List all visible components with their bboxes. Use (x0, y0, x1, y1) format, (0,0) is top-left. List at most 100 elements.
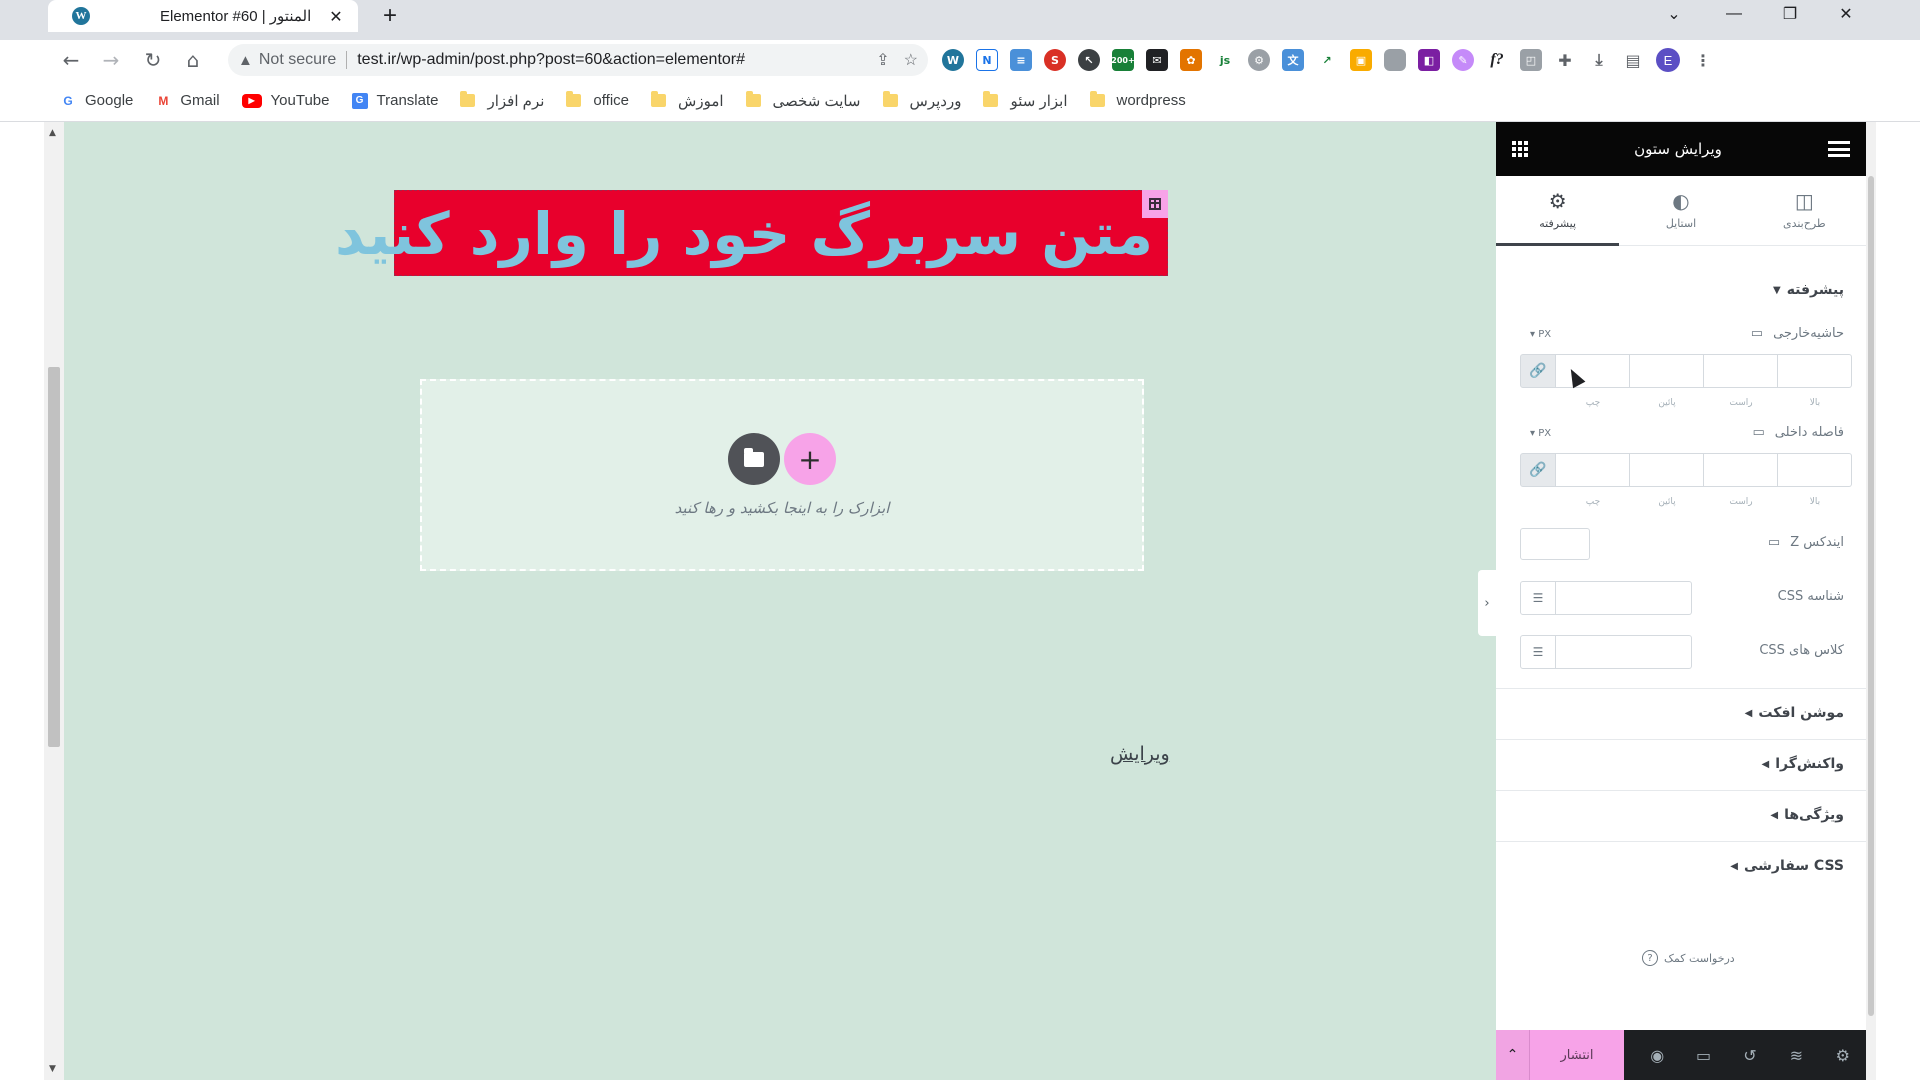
link-values-icon[interactable]: 🔗 (1520, 453, 1556, 487)
scroll-down-icon[interactable]: ▼ (49, 1064, 56, 1074)
new-tab-button[interactable]: + (376, 2, 404, 30)
heading-widget[interactable]: متن سربرگ خود را وارد کنید (335, 190, 1168, 276)
minimize-button[interactable]: — (1706, 0, 1762, 28)
padding-left-input[interactable] (1556, 453, 1630, 487)
accordion-motion-effects[interactable]: موشن افکت ◀ (1496, 688, 1866, 739)
heading-text[interactable]: متن سربرگ خود را وارد کنید (335, 191, 1153, 277)
bookmark-folder[interactable]: وردپرس (882, 91, 961, 110)
dynamic-tags-icon[interactable]: ☰ (1520, 581, 1556, 615)
gear-extension-icon[interactable]: ⚙ (1248, 49, 1270, 71)
css-classes-input[interactable] (1556, 635, 1692, 669)
margin-bottom-input[interactable] (1630, 354, 1704, 388)
back-icon[interactable]: ← (56, 46, 86, 74)
tab-advanced[interactable]: ⚙ پیشرفته (1496, 176, 1620, 246)
mail-extension-icon[interactable]: ✉ (1146, 49, 1168, 71)
panel-scrollbar[interactable] (1866, 122, 1876, 1080)
seo-extension-icon[interactable]: S (1044, 49, 1066, 71)
settings-gear-icon[interactable]: ⚙ (1831, 1046, 1855, 1065)
css-id-input[interactable] (1556, 581, 1692, 615)
scrollbar-thumb[interactable] (48, 367, 60, 747)
widgets-grid-icon[interactable] (1512, 141, 1528, 157)
translator-extension-icon[interactable]: 文 (1282, 49, 1304, 71)
responsive-icon[interactable]: ▭ (1692, 1046, 1716, 1065)
bookmark-folder[interactable]: ابزار سئو (983, 91, 1068, 110)
menu-kebab-icon[interactable]: ⋮ (1692, 49, 1714, 71)
restore-button[interactable]: ❐ (1762, 0, 1818, 28)
padding-top-input[interactable] (1778, 453, 1852, 487)
margin-right-input[interactable] (1704, 354, 1778, 388)
forward-icon[interactable]: → (96, 46, 126, 74)
profile-avatar[interactable]: E (1656, 48, 1680, 72)
bookmark-gmail[interactable]: M Gmail (155, 92, 219, 109)
zindex-input[interactable] (1520, 528, 1590, 560)
bookmark-google[interactable]: G Google (60, 92, 133, 109)
gray-extension-icon[interactable] (1384, 49, 1406, 71)
accordion-responsive[interactable]: واکنش‌گرا ◀ (1496, 739, 1866, 790)
url-text[interactable]: test.ir/wp-admin/post.php?post=60&action… (357, 51, 862, 69)
margin-unit-select[interactable]: ▾ PX (1530, 329, 1551, 340)
hamburger-menu-icon[interactable] (1827, 141, 1850, 157)
bookmark-youtube[interactable]: ▶ YouTube (241, 92, 330, 109)
bookmark-translate[interactable]: G Translate (351, 92, 438, 109)
help-link[interactable]: درخواست کمک ? (1642, 950, 1735, 966)
tab-style[interactable]: ◐ استایل (1619, 176, 1742, 245)
badge-extension-icon[interactable]: 200+ (1111, 49, 1135, 71)
desktop-icon[interactable]: ▭ (1768, 535, 1780, 550)
tab-close-icon[interactable]: ✕ (326, 7, 346, 26)
navigator-layers-icon[interactable]: ≋ (1784, 1046, 1808, 1065)
tab-layout[interactable]: ◫ طرح‌بندی (1743, 176, 1866, 245)
screenshot-extension-icon[interactable]: ◰ (1520, 49, 1542, 71)
function-extension-icon[interactable]: f? (1486, 49, 1508, 71)
close-window-button[interactable]: ✕ (1818, 0, 1874, 28)
star-icon[interactable]: ☆ (904, 50, 918, 70)
home-icon[interactable]: ⌂ (178, 46, 208, 74)
cursor-extension-icon[interactable]: ↖ (1078, 49, 1100, 71)
arrow-extension-icon[interactable]: ↗ (1316, 49, 1338, 71)
desktop-icon[interactable]: ▭ (1751, 326, 1763, 341)
bookmark-folder[interactable]: اموزش (651, 91, 724, 110)
bookmark-folder[interactable]: wordpress (1089, 91, 1186, 109)
share-icon[interactable]: ⇪ (876, 50, 889, 70)
section-advanced-toggle[interactable]: پیشرفته ▼ (1773, 282, 1844, 298)
paint-extension-icon[interactable]: ✎ (1452, 49, 1474, 71)
column-handle[interactable] (1142, 190, 1168, 218)
add-template-button[interactable] (728, 433, 780, 485)
bookmark-folder[interactable]: نرم افزار (460, 91, 544, 110)
image-extension-icon[interactable]: ▣ (1350, 49, 1372, 71)
panel-collapse-button[interactable]: › (1478, 570, 1496, 636)
wordpress-extension-icon[interactable]: W (942, 49, 964, 71)
bookmark-folder[interactable]: سایت شخصی (745, 91, 861, 110)
dynamic-tags-icon[interactable]: ☰ (1520, 635, 1556, 669)
scroll-up-icon[interactable]: ▲ (49, 128, 56, 138)
margin-top-input[interactable] (1778, 354, 1852, 388)
reload-icon[interactable]: ↻ (138, 46, 168, 74)
widget-drop-zone[interactable]: + ابزارک را به اینجا بکشید و رها کنید (420, 379, 1144, 571)
flower-extension-icon[interactable]: ✿ (1180, 49, 1202, 71)
padding-unit-select[interactable]: ▾ PX (1530, 428, 1551, 439)
history-icon[interactable]: ↺ (1738, 1046, 1762, 1065)
padding-bottom-input[interactable] (1630, 453, 1704, 487)
canvas-scrollbar[interactable]: ▲ ▼ (44, 122, 64, 1080)
publish-button[interactable]: انتشار (1530, 1030, 1624, 1080)
puzzle-icon[interactable]: ✚ (1554, 49, 1576, 71)
edit-link[interactable]: ویرایش (1110, 743, 1170, 765)
security-label[interactable]: Not secure (259, 51, 348, 69)
bookmark-folder[interactable]: office (566, 91, 629, 109)
js-extension-icon[interactable]: js (1214, 49, 1236, 71)
editor-canvas[interactable]: متن سربرگ خود را وارد کنید + ابزارک را ب… (64, 122, 1496, 1080)
address-bar[interactable]: ▲ Not secure test.ir/wp-admin/post.php?p… (228, 44, 928, 76)
translate-extension-icon[interactable]: ≡ (1010, 49, 1032, 71)
publish-options-button[interactable]: ⌃ (1496, 1030, 1530, 1080)
add-section-button[interactable]: + (784, 433, 836, 485)
accordion-custom-css[interactable]: CSS سفارشی ◀ (1496, 841, 1866, 892)
tab-search-icon[interactable]: ⌄ (1646, 0, 1702, 28)
sidepanel-icon[interactable]: ▤ (1622, 49, 1644, 71)
padding-right-input[interactable] (1704, 453, 1778, 487)
preview-eye-icon[interactable]: ◉ (1645, 1046, 1669, 1065)
purple-extension-icon[interactable]: ◧ (1418, 49, 1440, 71)
accordion-attributes[interactable]: ویژگی‌ها ◀ (1496, 790, 1866, 841)
download-icon[interactable]: ⤓ (1588, 49, 1610, 71)
desktop-icon[interactable]: ▭ (1753, 425, 1765, 440)
browser-tab[interactable]: W Elementor #60 | المنتور ✕ (48, 0, 358, 32)
panel-scrollbar-thumb[interactable] (1868, 176, 1874, 1016)
